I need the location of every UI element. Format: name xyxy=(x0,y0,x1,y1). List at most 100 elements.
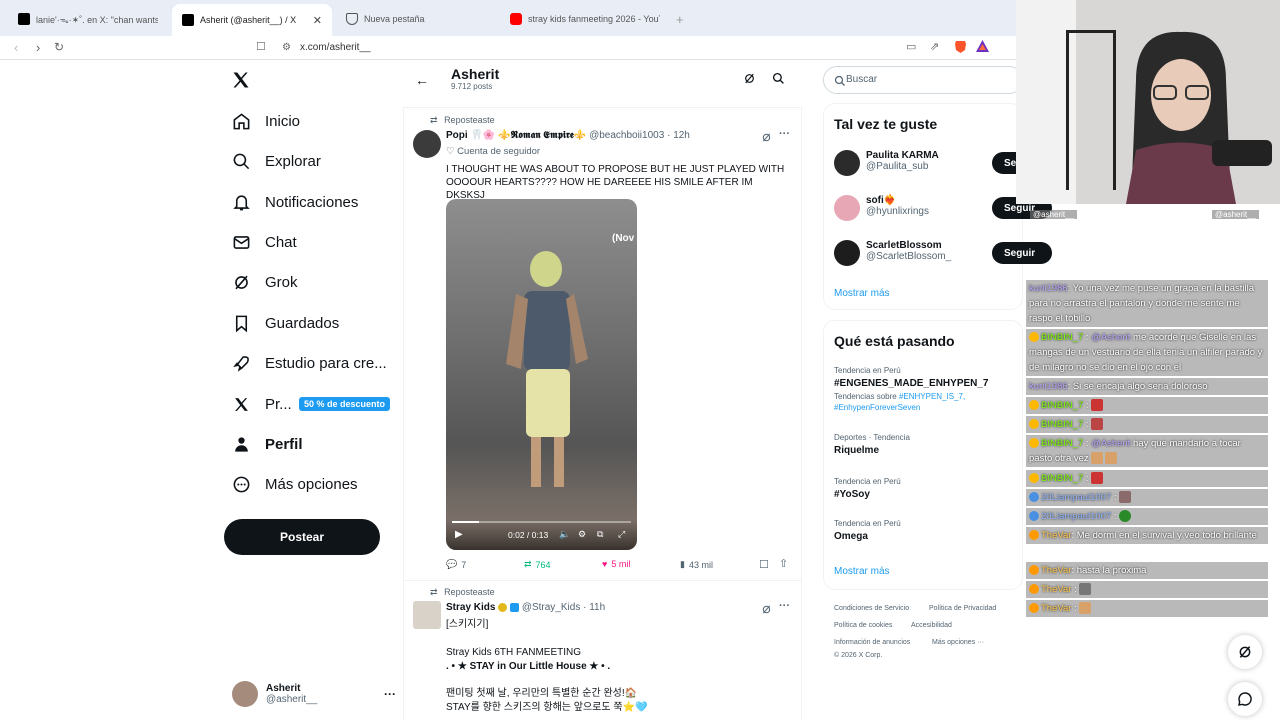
url-field[interactable]: x.com/asherit__ xyxy=(300,42,371,53)
premium-discount-badge[interactable]: 50 % de descuento xyxy=(299,397,391,411)
trend-related-label: Tendencias sobre xyxy=(834,392,897,401)
fullscreen-icon[interactable]: ⤢ xyxy=(618,529,625,540)
share-icon[interactable]: ⇧ xyxy=(779,557,788,570)
repost-button[interactable]: ⇄ 764 xyxy=(524,559,551,570)
footer-link[interactable]: Más opciones ··· xyxy=(932,639,984,646)
show-more-link[interactable]: Mostrar más xyxy=(834,288,890,299)
browser-tab[interactable]: stray kids fanmeeting 2026 - YouTub xyxy=(500,6,670,32)
tweet-author-handle[interactable]: @Stray_Kids xyxy=(522,602,581,613)
back-icon[interactable]: ‹ xyxy=(14,40,18,55)
grok-float-button[interactable] xyxy=(1228,635,1262,669)
settings-icon[interactable]: ⚙ xyxy=(578,529,586,540)
messages-float-button[interactable] xyxy=(1228,682,1262,716)
play-icon[interactable]: ▶ xyxy=(455,529,463,540)
nav-notifications[interactable]: Notificaciones xyxy=(231,184,358,220)
close-tab-icon[interactable]: ✕ xyxy=(313,14,322,27)
trend-item[interactable]: Tendencia en Perú Omega xyxy=(834,519,901,542)
suggested-user[interactable]: Paulita KARMA @Paulita_sub xyxy=(866,150,939,172)
avatar[interactable] xyxy=(834,150,860,176)
footer-link[interactable]: Condiciones de Servicio xyxy=(834,605,909,612)
views-button[interactable]: ▮ 43 mil xyxy=(680,559,713,570)
more-icon[interactable]: ··· xyxy=(384,687,396,701)
nav-profile[interactable]: Perfil xyxy=(231,426,303,462)
bookmark-icon[interactable]: ☐ xyxy=(759,558,769,571)
nav-grok[interactable]: Grok xyxy=(231,264,298,300)
browser-tab[interactable]: lanie'·ᯓ·✶˚. en X: "chan wants y'all xyxy=(8,6,168,32)
show-more-link[interactable]: Mostrar más xyxy=(834,566,890,577)
suggested-user[interactable]: ScarletBlossom @ScarletBlossom_ xyxy=(866,240,951,262)
footer-link[interactable]: Política de cookies xyxy=(834,622,892,629)
search-field[interactable]: Buscar xyxy=(823,66,1023,94)
avatar[interactable] xyxy=(834,195,860,221)
nav-creator-studio[interactable]: Estudio para cre... xyxy=(231,345,387,381)
user-name: ScarletBlossom xyxy=(866,240,942,251)
like-button[interactable]: ♥ 5 mil xyxy=(602,559,630,569)
avatar xyxy=(232,681,258,707)
post-button[interactable]: Postear xyxy=(224,519,380,555)
footer-link[interactable]: Accesibilidad xyxy=(911,622,952,629)
volume-icon[interactable]: 🔈 xyxy=(559,529,570,540)
nav-chat[interactable]: Chat xyxy=(231,224,297,260)
mail-icon xyxy=(231,232,251,252)
footer-link[interactable]: Información de anuncios xyxy=(834,639,910,646)
tweet-author-name[interactable]: Stray Kids xyxy=(446,602,495,613)
tweet-text-line: [스키지기] xyxy=(446,619,489,630)
emote-icon xyxy=(1118,491,1131,504)
brave-shield-icon[interactable] xyxy=(954,40,967,57)
tweet-time[interactable]: 11h xyxy=(589,602,605,613)
video-player[interactable]: (Nov ▶ 0:02 / 0:13 🔈 ⚙ ⧉ ⤢ xyxy=(446,199,637,550)
brave-rewards-icon[interactable] xyxy=(976,40,989,55)
avatar[interactable] xyxy=(834,240,860,266)
account-switcher[interactable]: Asherit @asherit__ ··· xyxy=(232,681,396,707)
grok-icon xyxy=(1239,646,1251,658)
tweet-author-handle[interactable]: @beachboii1003 xyxy=(589,130,664,141)
follow-button[interactable]: Seguir xyxy=(992,242,1052,264)
reply-button[interactable]: 💬 7 xyxy=(446,559,466,570)
avatar[interactable] xyxy=(413,601,441,629)
miniplayer-icon[interactable]: ⧉ xyxy=(597,529,603,540)
bookmark-page-icon[interactable]: ☐ xyxy=(256,40,266,53)
video-frame-figure xyxy=(506,251,588,487)
tab-title: lanie'·ᯓ·✶˚. en X: "chan wants y'all xyxy=(36,14,158,25)
forward-icon[interactable]: › xyxy=(36,40,40,55)
grok-icon[interactable] xyxy=(761,130,772,148)
address-bar: ‹ › ↻ ☐ ⚙ x.com/asherit__ ▭ ⇗ xyxy=(0,36,1016,60)
trend-item[interactable]: Tendencia en Perú #YoSoy xyxy=(834,477,901,500)
avatar[interactable] xyxy=(413,130,441,158)
nav-explore[interactable]: Explorar xyxy=(231,143,321,179)
nav-bookmarks[interactable]: Guardados xyxy=(231,305,339,341)
browser-tab[interactable]: Nueva pestaña xyxy=(336,6,496,32)
back-arrow-icon[interactable]: ← xyxy=(415,72,429,88)
suggested-user[interactable]: sofi❤️‍🔥 @hyunlixrings xyxy=(866,195,929,217)
trend-item[interactable]: Tendencia en Perú #ENGENES_MADE_ENHYPEN_… xyxy=(834,366,1004,413)
repost-icon: ⇄ xyxy=(430,587,438,597)
browser-tab-active[interactable]: Asherit (@asherit__) / X ✕ xyxy=(172,4,332,36)
video-progress-track[interactable] xyxy=(452,521,631,523)
nav-more-options[interactable]: Más opciones xyxy=(231,466,358,502)
follower-icon: ♡ xyxy=(446,146,455,157)
grok-icon[interactable] xyxy=(743,72,756,90)
divider xyxy=(403,580,802,581)
chat-text: : xyxy=(1083,473,1089,484)
search-icon[interactable] xyxy=(772,72,785,90)
footer-link[interactable]: Política de Privacidad xyxy=(929,605,996,612)
nav-premium[interactable]: Pr... xyxy=(231,386,292,422)
trend-item[interactable]: Deportes · Tendencia Riquelme xyxy=(834,433,910,456)
share-icon[interactable]: ⇗ xyxy=(930,40,939,53)
trend-meta: Tendencia en Perú xyxy=(834,477,901,486)
account-name: Asherit xyxy=(266,683,301,694)
trend-name: Riquelme xyxy=(834,445,880,456)
tweet-author-name[interactable]: Popi 🦷🌸 ⚜️𝕽𝖔𝖒𝖆𝖓 𝕰𝖒𝖕𝖎𝖗𝖊⚜️ xyxy=(446,130,586,141)
more-icon[interactable]: ··· xyxy=(779,600,790,612)
grok-icon[interactable] xyxy=(761,602,772,620)
cast-icon[interactable]: ▭ xyxy=(906,40,916,53)
tweet-header: Popi 🦷🌸 ⚜️𝕽𝖔𝖒𝖆𝖓 𝕰𝖒𝖕𝖎𝖗𝖊⚜️ @beachboii1003 … xyxy=(446,130,690,141)
tweet-time[interactable]: 12h xyxy=(673,130,690,141)
more-icon[interactable]: ··· xyxy=(779,128,790,140)
new-tab-icon[interactable]: + xyxy=(666,6,694,32)
grok-icon xyxy=(231,272,251,292)
site-settings-icon[interactable]: ⚙ xyxy=(282,42,291,53)
x-logo-icon[interactable] xyxy=(231,70,251,95)
reload-icon[interactable]: ↻ xyxy=(54,40,64,54)
nav-home[interactable]: Inicio xyxy=(231,103,300,139)
